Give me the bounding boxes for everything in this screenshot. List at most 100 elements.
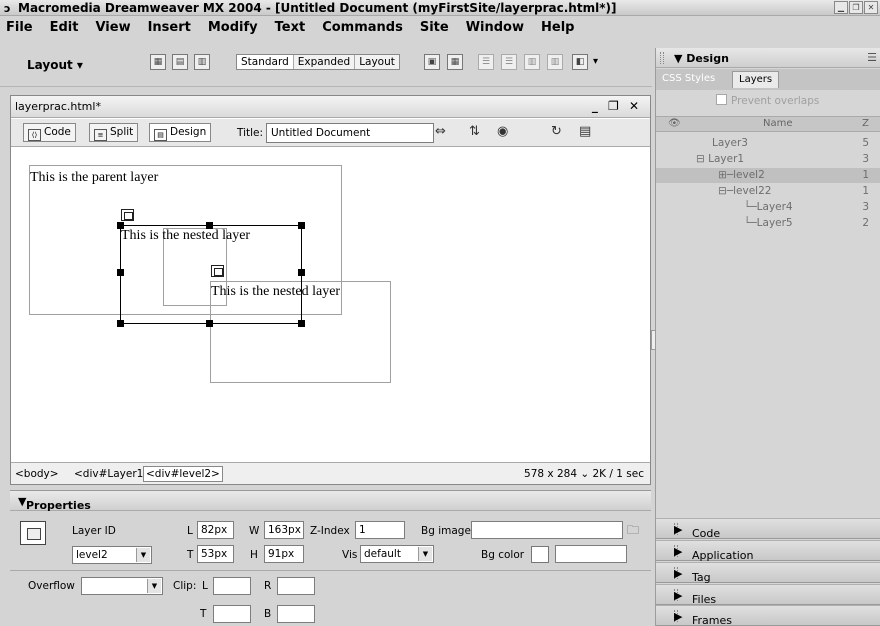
height-field[interactable]: 91px bbox=[264, 545, 304, 563]
layer-row[interactable]: └─Layer4 3 bbox=[656, 200, 880, 215]
insert-column-icon[interactable]: ▥ bbox=[524, 54, 540, 70]
layer-anchor-icon[interactable] bbox=[211, 265, 224, 277]
insert-column-right-icon[interactable]: ▥ bbox=[547, 54, 563, 70]
tab-layers[interactable]: Layers bbox=[732, 71, 780, 88]
panel-options-icon[interactable]: ☰ bbox=[867, 51, 877, 64]
split-view-button[interactable]: ≡ Split bbox=[89, 123, 139, 142]
overflow-select[interactable]: ▼ bbox=[81, 577, 163, 595]
chevron-down-icon[interactable]: ▼ bbox=[418, 547, 432, 561]
tag-inspector-panel-header[interactable]: ▶ Tag Inspector bbox=[656, 562, 880, 597]
frames-dropdown-icon[interactable]: ▾ bbox=[593, 56, 598, 67]
layer-row[interactable]: └─Layer5 2 bbox=[656, 216, 880, 231]
prevent-overlaps-option[interactable]: Prevent overlaps bbox=[716, 94, 819, 107]
resize-handle-n[interactable] bbox=[206, 222, 213, 229]
draw-layer-icon[interactable]: ▥ bbox=[194, 54, 210, 70]
dreamweaver-app-icon[interactable]: ↄ bbox=[4, 2, 11, 15]
layer-row[interactable]: Layer3 5 bbox=[656, 136, 880, 151]
layer-row[interactable]: ⊟─level22 1 bbox=[656, 184, 880, 199]
expanded-mode-button[interactable]: Expanded bbox=[293, 55, 356, 69]
chevron-down-icon[interactable]: ▼ bbox=[147, 579, 161, 593]
bg-color-field[interactable] bbox=[555, 545, 627, 563]
layer-row-selected[interactable]: ⊞─level2 1 bbox=[656, 168, 880, 183]
name-column-header[interactable]: Name bbox=[763, 118, 793, 129]
restore-icon[interactable]: ❐ bbox=[849, 1, 863, 14]
resize-handle-s[interactable] bbox=[206, 320, 213, 327]
minimize-icon[interactable]: ▁ bbox=[834, 1, 848, 14]
design-panel-header[interactable]: ▼ Design ☰ bbox=[656, 48, 880, 68]
design-view-button[interactable]: ▤ Design bbox=[149, 123, 212, 142]
tag-div-level2[interactable]: <div#level2> bbox=[143, 466, 223, 482]
grip-icon[interactable] bbox=[660, 52, 664, 64]
design-canvas[interactable]: This is the parent layer This is the nes… bbox=[11, 148, 650, 462]
tag-div-layer1[interactable]: <div#Layer1> bbox=[74, 468, 152, 480]
resize-handle-ne[interactable] bbox=[298, 222, 305, 229]
bg-image-field[interactable] bbox=[471, 521, 623, 539]
layout-cell-icon[interactable]: ▦ bbox=[447, 54, 463, 70]
frames-panel-header[interactable]: ▶ Frames bbox=[656, 605, 880, 626]
prevent-overlaps-checkbox[interactable] bbox=[716, 94, 727, 105]
menu-commands[interactable]: Commands bbox=[322, 20, 403, 35]
insert-row-below-icon[interactable]: ☰ bbox=[501, 54, 517, 70]
left-field[interactable]: 82px bbox=[197, 521, 234, 539]
view-options-icon[interactable]: ▤ bbox=[579, 124, 591, 139]
clip-top-field[interactable] bbox=[213, 605, 251, 623]
resize-handle-sw[interactable] bbox=[117, 320, 124, 327]
menu-site[interactable]: Site bbox=[420, 20, 449, 35]
layer-tree-toggle-icon[interactable]: ⊟─ bbox=[718, 185, 733, 197]
frames-icon[interactable]: ◧ bbox=[572, 54, 588, 70]
panel-splitter-handle[interactable] bbox=[651, 330, 656, 350]
insert-row-above-icon[interactable]: ☰ bbox=[478, 54, 494, 70]
menu-view[interactable]: View bbox=[95, 20, 130, 35]
width-field[interactable]: 163px bbox=[264, 521, 304, 539]
layer-tree-toggle-icon[interactable]: ⊟ bbox=[696, 153, 708, 165]
menu-text[interactable]: Text bbox=[275, 20, 306, 35]
folder-icon[interactable]: 🗀 bbox=[627, 521, 639, 542]
clip-left-field[interactable] bbox=[213, 577, 251, 595]
layer-tree-toggle-icon[interactable]: ⊞─ bbox=[718, 169, 733, 181]
layer-anchor-icon[interactable] bbox=[121, 209, 134, 221]
visibility-eye-icon[interactable]: 👁 bbox=[668, 118, 681, 129]
window-size-download-info[interactable]: 578 x 284 ⌄ 2K / 1 sec bbox=[524, 468, 644, 480]
layout-mode-button[interactable]: Layout bbox=[355, 55, 399, 69]
menu-help[interactable]: Help bbox=[541, 20, 574, 35]
close-icon[interactable]: ✕ bbox=[864, 1, 878, 14]
insert-category-dropdown[interactable]: Layout ▾ bbox=[27, 58, 83, 72]
z-index-field[interactable]: 1 bbox=[355, 521, 405, 539]
resize-handle-w[interactable] bbox=[117, 269, 124, 276]
files-panel-header[interactable]: ▶ Files bbox=[656, 584, 880, 606]
chevron-down-icon[interactable]: ▼ bbox=[136, 548, 150, 562]
document-title-input[interactable]: Untitled Document bbox=[266, 123, 434, 143]
z-column-header[interactable]: Z bbox=[862, 118, 869, 129]
menu-file[interactable]: File bbox=[6, 20, 33, 35]
bg-color-swatch[interactable] bbox=[531, 546, 549, 563]
code-panel-header[interactable]: ▶ Code bbox=[656, 518, 880, 540]
layout-table-icon[interactable]: ▣ bbox=[424, 54, 440, 70]
menu-insert[interactable]: Insert bbox=[148, 20, 191, 35]
browser-check-icon[interactable]: ⇔ bbox=[435, 124, 446, 139]
document-tab[interactable]: layerprac.html* bbox=[15, 100, 101, 113]
properties-header[interactable]: ▼ Properties bbox=[10, 491, 651, 512]
standard-mode-button[interactable]: Standard bbox=[237, 55, 294, 69]
preview-browser-icon[interactable]: ◉ bbox=[497, 124, 508, 139]
visibility-select[interactable]: default ▼ bbox=[360, 545, 434, 563]
tag-body[interactable]: <body> bbox=[15, 468, 59, 480]
layer-row[interactable]: ⊟ Layer1 3 bbox=[656, 152, 880, 167]
menu-edit[interactable]: Edit bbox=[50, 20, 79, 35]
application-panel-header[interactable]: ▶ Application bbox=[656, 540, 880, 562]
layer-id-field[interactable]: level2 ▼ bbox=[72, 546, 152, 564]
clip-right-field[interactable] bbox=[277, 577, 315, 595]
document-window-controls[interactable]: _ ❐ ✕ bbox=[592, 99, 642, 113]
top-field[interactable]: 53px bbox=[197, 545, 234, 563]
code-view-button[interactable]: ⟨⟩ Code bbox=[23, 123, 76, 142]
file-management-icon[interactable]: ⇅ bbox=[469, 124, 480, 139]
menu-modify[interactable]: Modify bbox=[208, 20, 258, 35]
resize-handle-e[interactable] bbox=[298, 269, 305, 276]
resize-handle-se[interactable] bbox=[298, 320, 305, 327]
clip-bottom-field[interactable] bbox=[277, 605, 315, 623]
menu-window[interactable]: Window bbox=[466, 20, 524, 35]
tab-css-styles[interactable]: CSS Styles bbox=[662, 73, 715, 84]
layer-draw-icon[interactable]: ▤ bbox=[172, 54, 188, 70]
refresh-icon[interactable]: ↻ bbox=[551, 124, 562, 139]
table-icon[interactable]: ▦ bbox=[150, 54, 166, 70]
resize-handle-nw[interactable] bbox=[117, 222, 124, 229]
